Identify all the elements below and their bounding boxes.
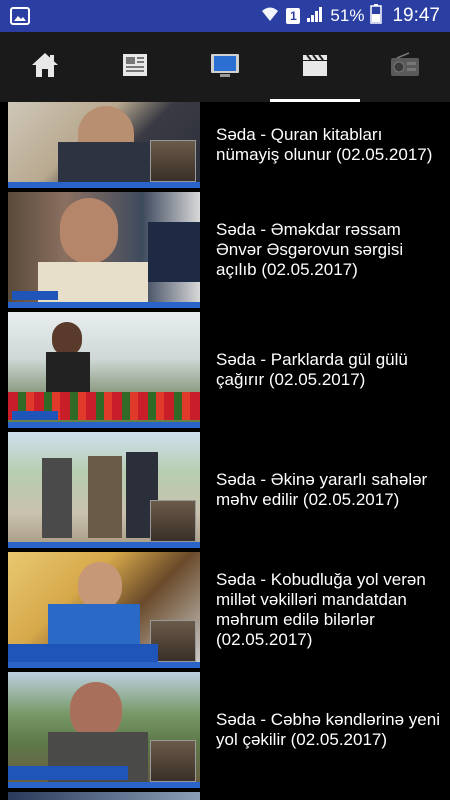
tab-radio[interactable]	[360, 32, 450, 102]
video-title: Səda - Əkinə yararlı sahələr məhv edilir…	[216, 470, 428, 509]
list-item[interactable]	[0, 792, 450, 800]
video-thumbnail	[8, 192, 200, 308]
sim-badge: 1	[286, 8, 301, 24]
tab-home[interactable]	[0, 32, 90, 102]
gallery-icon	[10, 6, 30, 31]
video-thumbnail	[8, 432, 200, 548]
video-title: Səda - Əməkdar rəssam Ənvər Əsgərovun sə…	[216, 220, 404, 279]
video-title: Səda - Quran kitabları nümayiş olunur (0…	[216, 125, 433, 164]
signal-icon	[306, 5, 324, 28]
video-thumbnail	[8, 102, 200, 188]
video-thumbnail	[8, 672, 200, 788]
list-item[interactable]: Səda - Kobudluğa yol verən millət vəkill…	[0, 552, 450, 668]
wifi-icon	[260, 5, 280, 28]
radio-icon	[389, 51, 421, 83]
list-item[interactable]: Səda - Quran kitabları nümayiş olunur (0…	[0, 102, 450, 188]
tab-video[interactable]	[270, 32, 360, 102]
clapperboard-icon	[301, 52, 329, 83]
video-title: Səda - Parklarda gül gülü çağırır (02.05…	[216, 350, 408, 389]
tv-icon	[210, 52, 240, 83]
video-title: Səda - Kobudluğa yol verən millət vəkill…	[216, 570, 426, 649]
status-bar: 1 51% 19:47	[0, 0, 450, 32]
tab-tv[interactable]	[180, 32, 270, 102]
tab-news[interactable]	[90, 32, 180, 102]
list-item[interactable]: Səda - Əməkdar rəssam Ənvər Əsgərovun sə…	[0, 192, 450, 308]
video-title: Səda - Cəbhə kəndlərinə yeni yol çəkilir…	[216, 710, 440, 749]
tab-bar	[0, 32, 450, 102]
list-item[interactable]: Səda - Əkinə yararlı sahələr məhv edilir…	[0, 432, 450, 548]
list-item[interactable]: Səda - Parklarda gül gülü çağırır (02.05…	[0, 312, 450, 428]
video-thumbnail	[8, 552, 200, 668]
video-thumbnail	[8, 792, 200, 800]
video-thumbnail	[8, 312, 200, 428]
battery-percent: 51%	[330, 6, 365, 25]
list-item[interactable]: Səda - Cəbhə kəndlərinə yeni yol çəkilir…	[0, 672, 450, 788]
clock: 19:47	[392, 5, 440, 26]
video-list: Səda - Quran kitabları nümayiş olunur (0…	[0, 102, 450, 800]
newspaper-icon	[121, 51, 149, 84]
battery-icon	[370, 3, 383, 29]
home-icon	[30, 51, 60, 84]
